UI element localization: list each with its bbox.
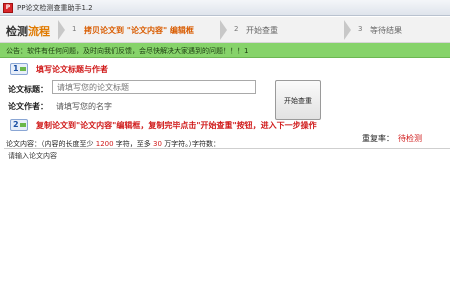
start-check-button[interactable]: 开始查重: [275, 80, 321, 120]
step-header: 检测流程: [6, 23, 50, 39]
step-number: 3: [358, 25, 363, 33]
max-length-value: 30: [153, 140, 162, 148]
app-icon: P: [3, 3, 13, 13]
title-input[interactable]: [52, 80, 256, 94]
step-header-accent: 流程: [28, 25, 50, 38]
step-one-icon: 1: [10, 63, 28, 75]
announcement-bar: 公告：软件有任何问题，及时向我们反馈，会尽快解决大家遇到的问题！！！1: [0, 43, 450, 58]
author-label: 论文作者：: [8, 102, 48, 111]
step-header-main: 检测: [6, 25, 28, 38]
step-start-check: 2 开始查重: [226, 17, 346, 43]
step-bar: 检测流程 1 拷贝论文到 "论文内容" 编辑框 2 开始查重 3 等待结果: [0, 17, 450, 43]
announcement-text: 公告：软件有任何问题，及时向我们反馈，会尽快解决大家遇到的问题！！！1: [6, 47, 249, 55]
step-label: 拷贝论文到 "论文内容" 编辑框: [84, 26, 194, 35]
section-title-fill-info: 填写论文标题与作者: [36, 65, 108, 74]
paper-content-placeholder: 请输入论文内容: [8, 152, 57, 160]
paper-content-editor[interactable]: 请输入论文内容: [4, 148, 450, 300]
min-length-value: 1200: [95, 140, 114, 148]
author-input[interactable]: 请填写您的名字: [56, 101, 112, 112]
step-label: 开始查重: [246, 26, 278, 35]
step-number: 1: [72, 25, 77, 33]
repeat-rate-value: 待检测: [398, 134, 422, 143]
section-title-copy-paper: 复制论文到"论文内容"编辑框，复制完毕点击"开始查重"按钮，进入下一步操作: [36, 121, 317, 130]
window-title: PP论文检测查重助手1.2: [17, 4, 93, 12]
step-two-icon: 2: [10, 119, 28, 131]
window-titlebar: P PP论文检测查重助手1.2: [0, 0, 450, 16]
repeat-rate-label: 重复率：: [362, 134, 394, 143]
step-copy-paper: 1 拷贝论文到 "论文内容" 编辑框: [64, 17, 224, 43]
title-label: 论文标题：: [8, 85, 48, 94]
step-label: 等待结果: [370, 26, 402, 35]
step-wait-result: 3 等待结果: [350, 17, 450, 43]
step-number: 2: [234, 25, 239, 33]
